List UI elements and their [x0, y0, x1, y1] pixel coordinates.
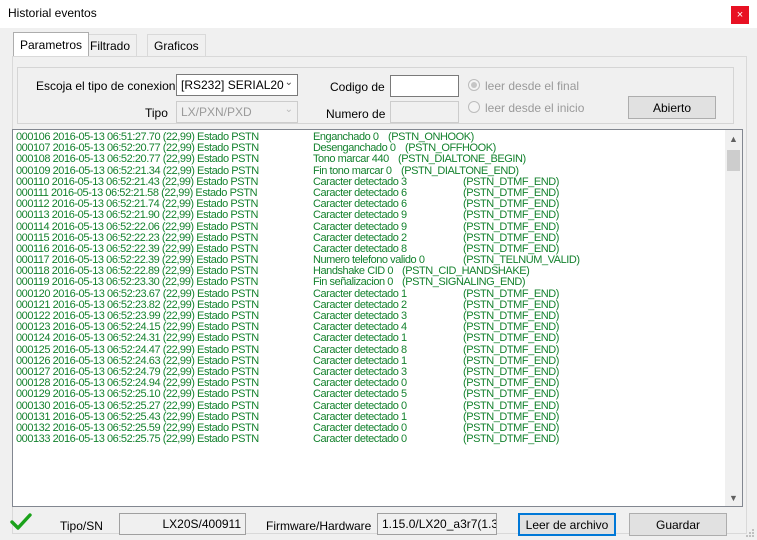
- log-scrollbar[interactable]: ▲ ▼: [725, 130, 742, 506]
- log-line: 000130 2016-05-13 06:52:25.27 (22,99) Es…: [16, 400, 716, 412]
- log-line-header: 000124 2016-05-13 06:52:24.31 (22,99) Es…: [16, 332, 259, 345]
- scrollbar-thumb[interactable]: [727, 150, 740, 171]
- connection-type-select[interactable]: [RS232] SERIAL20 ⌄: [176, 74, 298, 96]
- log-line-event: Caracter detectado 5: [313, 388, 407, 401]
- log-line-event: Caracter detectado 9: [313, 209, 407, 222]
- tipo-sn-field: LX20S/400911: [119, 513, 246, 535]
- event-log-lines: 000106 2016-05-13 06:51:27.70 (22,99) Es…: [16, 131, 716, 446]
- codigo-label: Codigo de: [330, 80, 385, 94]
- log-line-header: 000113 2016-05-13 06:52:21.90 (22,99) Es…: [16, 209, 258, 222]
- log-line-code: (PSTN_DTMF_END): [463, 209, 559, 222]
- log-line: 000119 2016-05-13 06:52:23.30 (22,99) Es…: [16, 277, 716, 288]
- tipo-value: LX/PXN/PXD: [181, 105, 252, 119]
- read-file-button[interactable]: Leer de archivo: [518, 513, 616, 536]
- numero-input[interactable]: [390, 101, 459, 123]
- log-line: 000124 2016-05-13 06:52:24.31 (22,99) Es…: [16, 333, 716, 344]
- check-icon: [10, 513, 32, 530]
- chevron-down-icon[interactable]: ▼: [725, 489, 742, 506]
- close-icon: ×: [736, 9, 744, 21]
- radio-read-from-end[interactable]: [468, 79, 480, 91]
- tipo-select[interactable]: LX/PXN/PXD ⌄: [176, 101, 298, 123]
- log-line-code: (PSTN_SIGNALING_END): [402, 276, 526, 289]
- log-line: 000114 2016-05-13 06:52:22.06 (22,99) Es…: [16, 221, 716, 233]
- log-line-header: 000129 2016-05-13 06:52:25.10 (22,99) Es…: [16, 388, 259, 401]
- close-button[interactable]: ×: [731, 6, 749, 24]
- codigo-input[interactable]: [390, 75, 459, 97]
- radio-read-from-start[interactable]: [468, 101, 480, 113]
- log-line: 000113 2016-05-13 06:52:21.90 (22,99) Es…: [16, 210, 716, 221]
- numero-label: Numero de: [326, 107, 386, 121]
- connection-type-value: [RS232] SERIAL20: [181, 78, 284, 92]
- log-line-event: Caracter detectado 1: [313, 332, 407, 345]
- log-line: 000129 2016-05-13 06:52:25.10 (22,99) Es…: [16, 389, 716, 400]
- log-line-code: (PSTN_DIALTONE_BEGIN): [398, 153, 526, 166]
- tipo-sn-label: Tipo/SN: [60, 519, 103, 533]
- chevron-up-icon[interactable]: ▲: [725, 130, 742, 147]
- chevron-down-icon: ⌄: [284, 77, 293, 88]
- radio-read-from-end-label: leer desde el final: [485, 79, 580, 93]
- log-line-code: (PSTN_DTMF_END): [463, 433, 559, 446]
- tipo-label: Tipo: [145, 106, 168, 120]
- log-line-code: (PSTN_DTMF_END): [463, 332, 559, 345]
- tab-parametros[interactable]: Parametros: [13, 32, 90, 56]
- title-bar: Historial eventos ×: [0, 0, 757, 28]
- log-line-header: 000133 2016-05-13 06:52:25.75 (22,99) Es…: [16, 433, 259, 446]
- log-line-event: Caracter detectado 0: [313, 433, 407, 446]
- firmware-field: 1.15.0/LX20_a3r7(1.3.: [377, 513, 497, 535]
- connection-type-label: Escoja el tipo de conexion: [36, 79, 176, 93]
- log-line-header: 000108 2016-05-13 06:52:20.77 (22,99) Es…: [16, 153, 259, 166]
- log-line-code: (PSTN_DTMF_END): [463, 388, 559, 401]
- open-button[interactable]: Abierto: [628, 96, 716, 119]
- firmware-label: Firmware/Hardware: [266, 519, 372, 533]
- window-title: Historial eventos: [8, 6, 97, 20]
- chevron-down-icon: ⌄: [284, 104, 293, 115]
- log-line: 000133 2016-05-13 06:52:25.75 (22,99) Es…: [16, 433, 716, 446]
- log-line-header: 000119 2016-05-13 06:52:23.30 (22,99) Es…: [16, 276, 258, 289]
- event-log[interactable]: 000106 2016-05-13 06:51:27.70 (22,99) Es…: [12, 129, 743, 507]
- log-line: 000108 2016-05-13 06:52:20.77 (22,99) Es…: [16, 154, 716, 165]
- save-button[interactable]: Guardar: [629, 513, 727, 536]
- radio-read-from-start-label: leer desde el inicio: [485, 101, 585, 115]
- log-line-event: Tono marcar 440: [313, 153, 389, 166]
- tab-filtrado[interactable]: Filtrado: [83, 34, 138, 56]
- log-line-event: Fin señalizacion 0: [313, 276, 393, 289]
- tab-graficos[interactable]: Graficos: [147, 34, 206, 56]
- resize-grip-icon[interactable]: [745, 528, 755, 538]
